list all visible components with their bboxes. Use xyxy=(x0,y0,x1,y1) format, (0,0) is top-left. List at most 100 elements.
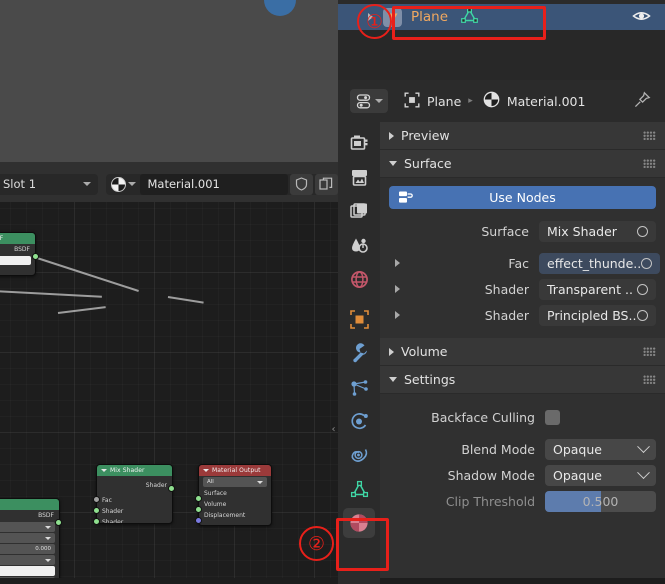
node-subsurface-method-dropdown[interactable] xyxy=(0,533,55,543)
breadcrumb-object-name[interactable]: Plane xyxy=(427,94,461,109)
node-socket[interactable] xyxy=(32,253,39,260)
3d-viewport[interactable] xyxy=(0,0,338,166)
chevron-down-icon xyxy=(45,558,51,562)
disclosure-triangle-icon[interactable] xyxy=(389,285,405,293)
chevron-down-icon[interactable] xyxy=(127,182,136,186)
tab-material[interactable] xyxy=(343,508,375,538)
node-vector-dropdown[interactable] xyxy=(0,555,55,565)
clip-threshold-slider[interactable]: 0.500 xyxy=(545,490,656,512)
material-name-field[interactable]: Material.001 xyxy=(139,173,288,195)
disclosure-triangle-icon[interactable] xyxy=(101,469,107,472)
property-row-shadow-mode: Shadow Mode Opaque xyxy=(389,462,656,488)
panel-drag-handle[interactable] xyxy=(643,375,656,384)
object-icon[interactable] xyxy=(404,92,420,111)
node-socket[interactable] xyxy=(195,495,202,502)
node-socket[interactable] xyxy=(55,519,62,526)
tab-scene[interactable] xyxy=(343,230,375,260)
disclosure-triangle-icon[interactable] xyxy=(203,469,209,472)
tab-physics[interactable] xyxy=(343,406,375,436)
material-ball-icon[interactable] xyxy=(111,176,126,192)
properties-content: Preview Surface Use Nodes Surface Mix Sh… xyxy=(380,122,665,578)
breadcrumb-material-name[interactable]: Material.001 xyxy=(507,94,586,109)
fac-input-field[interactable]: effect_thunde.. xyxy=(539,252,661,274)
panel-drag-handle[interactable] xyxy=(643,131,656,140)
node-header: Mix Shader xyxy=(97,465,172,476)
tab-object-data[interactable] xyxy=(343,474,375,504)
link-socket-icon[interactable] xyxy=(637,283,648,295)
node-input-displacement: Displacement xyxy=(204,512,246,519)
panel-surface-header[interactable]: Surface xyxy=(380,150,665,178)
link-socket-icon[interactable] xyxy=(641,257,653,269)
node-principled-bsdf[interactable]: BSDF 0.000 0.000 0.500 0.000 0.500 0.000… xyxy=(0,498,60,578)
node-output-bsdf: BSDF xyxy=(14,246,30,253)
node-input-shader-2: Shader xyxy=(102,519,124,524)
panel-drag-handle[interactable] xyxy=(643,159,656,168)
chevron-down-icon xyxy=(374,99,383,103)
outliner-row-plane[interactable]: Plane xyxy=(338,4,665,30)
tab-modifiers[interactable] xyxy=(343,338,375,368)
panel-settings-header[interactable]: Settings xyxy=(380,366,665,394)
pin-icon[interactable] xyxy=(633,91,651,112)
shield-icon[interactable] xyxy=(289,173,313,195)
copy-material-icon[interactable] xyxy=(314,173,339,195)
node-material-output[interactable]: Material Output All Surface Volume Displ… xyxy=(198,464,272,526)
material-slot-dropdown[interactable]: Slot 1 xyxy=(0,173,98,195)
material-id-block: Material.001 xyxy=(106,173,339,195)
properties-tab-column xyxy=(338,122,380,584)
tab-output[interactable] xyxy=(343,162,375,192)
node-input-surface: Surface xyxy=(204,490,227,497)
node-sidebar-toggle[interactable]: ‹ xyxy=(329,420,338,438)
mesh-data-icon[interactable] xyxy=(460,7,479,27)
blend-mode-dropdown[interactable]: Opaque xyxy=(545,438,656,460)
property-row-clip-threshold: Clip Threshold 0.500 xyxy=(389,488,656,514)
node-output-bsdf: BSDF xyxy=(38,512,54,519)
node-socket[interactable] xyxy=(195,506,202,513)
use-nodes-button[interactable]: Use Nodes xyxy=(389,186,656,209)
tab-constraints[interactable] xyxy=(343,440,375,470)
node-mix-shader[interactable]: Mix Shader Shader Fac Shader Shader xyxy=(96,464,173,524)
eye-icon[interactable] xyxy=(632,9,651,26)
panel-drag-handle[interactable] xyxy=(643,347,656,356)
surface-panel-body: Use Nodes Surface Mix Shader Fac effect_… xyxy=(380,178,665,334)
viewport-blue-circle xyxy=(264,0,296,16)
tab-render[interactable] xyxy=(343,128,375,158)
editor-type-icon[interactable] xyxy=(350,89,388,113)
panel-preview-header[interactable]: Preview xyxy=(380,122,665,150)
material-icon[interactable] xyxy=(483,91,500,111)
node-socket[interactable] xyxy=(93,518,100,525)
node-socket[interactable] xyxy=(195,517,202,524)
link-socket-icon[interactable] xyxy=(637,309,648,321)
disclosure-triangle-icon xyxy=(389,161,397,166)
disclosure-triangle-icon[interactable] xyxy=(389,311,405,319)
property-label: Surface xyxy=(481,223,529,239)
shader-node-editor[interactable]: BSDF BSDF Mix Shader Shader Fac Shader S… xyxy=(0,202,338,578)
chevron-down-icon xyxy=(83,182,91,186)
tab-world[interactable] xyxy=(343,264,375,294)
node-output-target-dropdown[interactable]: All xyxy=(203,477,267,487)
chevron-down-icon xyxy=(257,480,263,484)
node-input-shader-1: Shader xyxy=(102,508,124,515)
backface-culling-checkbox[interactable] xyxy=(545,409,560,425)
tab-view-layer[interactable] xyxy=(343,196,375,226)
property-label: Shader xyxy=(484,307,529,323)
disclosure-triangle-icon[interactable] xyxy=(368,12,378,22)
disclosure-triangle-icon[interactable] xyxy=(389,259,405,267)
node-socket[interactable] xyxy=(168,485,175,492)
panel-title: Surface xyxy=(404,156,452,171)
surface-shader-dropdown[interactable]: Mix Shader xyxy=(539,220,656,242)
shadow-mode-dropdown[interactable]: Opaque xyxy=(545,464,656,486)
node-distribution-dropdown[interactable] xyxy=(0,522,55,532)
panel-volume-header[interactable]: Volume xyxy=(380,338,665,366)
shader-1-dropdown[interactable]: Transparent .. xyxy=(539,278,656,300)
property-row-backface-culling: Backface Culling xyxy=(389,404,656,430)
node-socket[interactable] xyxy=(93,496,100,503)
tab-particles[interactable] xyxy=(343,372,375,402)
node-socket[interactable] xyxy=(93,507,100,514)
node-bsdf-top[interactable]: BSDF BSDF xyxy=(0,232,36,276)
node-base-color-swatch[interactable] xyxy=(0,566,55,576)
node-color-field[interactable] xyxy=(0,256,31,265)
tab-object[interactable] xyxy=(343,304,375,334)
shader-2-dropdown[interactable]: Principled BS.. xyxy=(539,304,656,326)
node-value-field[interactable]: 0.000 xyxy=(0,544,55,554)
link-socket-icon[interactable] xyxy=(637,225,648,237)
